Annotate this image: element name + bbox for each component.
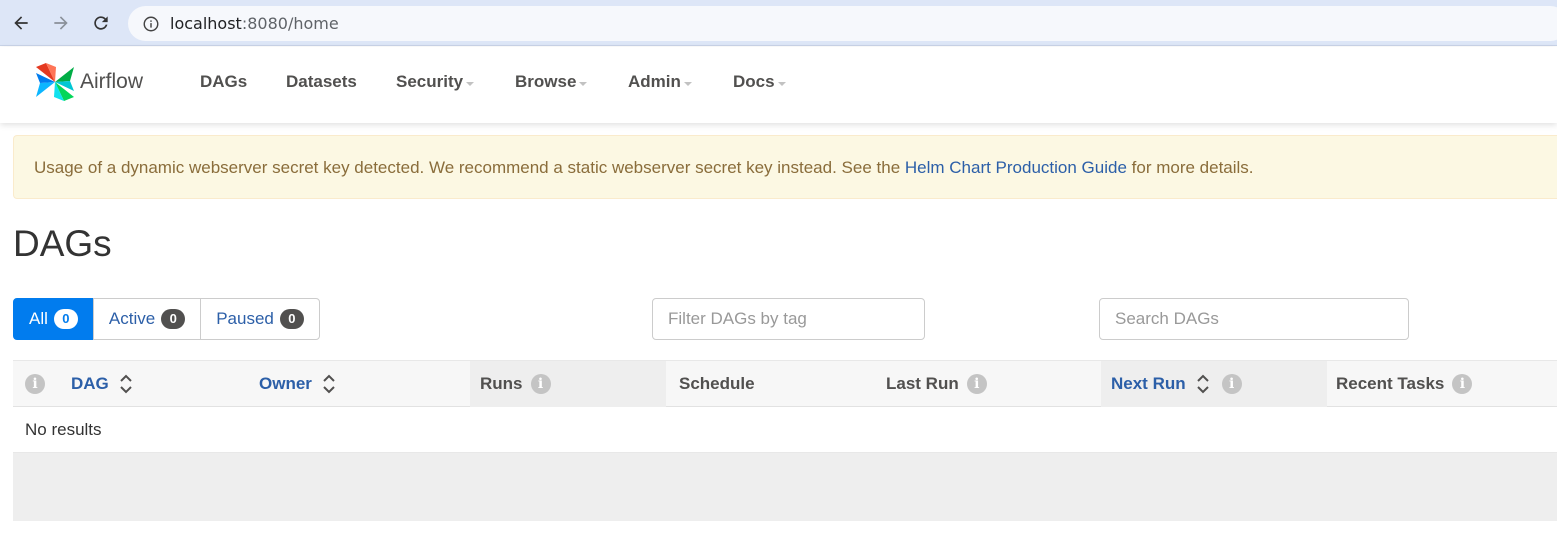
column-runs: Runs i	[470, 361, 666, 407]
caret-down-icon	[777, 82, 786, 86]
column-schedule: Schedule	[679, 361, 755, 407]
filter-paused-button[interactable]: Paused 0	[200, 298, 320, 340]
nav-security[interactable]: Security	[396, 72, 475, 92]
no-results-row: No results	[13, 407, 1557, 453]
info-icon[interactable]: i	[530, 374, 551, 394]
info-icon[interactable]: i	[1221, 374, 1242, 394]
column-runs-label: Runs	[480, 374, 523, 393]
nav-docs[interactable]: Docs	[733, 72, 786, 92]
helm-chart-guide-link[interactable]: Helm Chart Production Guide	[905, 158, 1127, 177]
search-dags-input[interactable]	[1099, 298, 1409, 340]
column-next-run-label: Next Run	[1111, 374, 1186, 393]
toggle-column-header: i	[25, 361, 45, 407]
filter-all-count: 0	[53, 309, 78, 329]
column-last-run: Last Run i	[886, 361, 987, 407]
dag-status-filter: All 0 Active 0 Paused 0	[13, 298, 320, 340]
column-owner-label: Owner	[259, 374, 312, 393]
filter-active-button[interactable]: Active 0	[92, 298, 202, 340]
column-recent-tasks: Recent Tasks i	[1336, 361, 1473, 407]
column-next-run[interactable]: Next Run i	[1101, 361, 1327, 407]
column-schedule-label: Schedule	[679, 374, 755, 393]
filter-active-count: 0	[161, 309, 186, 329]
info-icon[interactable]: i	[25, 374, 45, 394]
brand-link[interactable]: Airflow	[32, 59, 143, 105]
reload-icon[interactable]	[87, 9, 115, 37]
table-header: i DAG Owner Runs i Schedule Last Run i N…	[13, 360, 1557, 407]
caret-down-icon	[683, 82, 692, 86]
address-bar[interactable]: localhost:8080/home	[128, 6, 1557, 41]
brand-name: Airflow	[80, 70, 144, 93]
secret-key-warning-alert: Usage of a dynamic webserver secret key …	[13, 135, 1557, 199]
info-icon[interactable]: i	[1452, 374, 1473, 394]
column-recent-tasks-label: Recent Tasks	[1336, 374, 1445, 393]
info-icon[interactable]: i	[966, 374, 987, 394]
page-title: DAGs	[13, 223, 112, 264]
site-info-icon[interactable]	[142, 15, 160, 33]
alert-text-after: for more details.	[1126, 158, 1254, 177]
caret-down-icon	[579, 82, 588, 86]
browser-toolbar: localhost:8080/home	[0, 0, 1557, 46]
no-results-text: No results	[25, 420, 102, 439]
nav-dags[interactable]: DAGs	[200, 72, 247, 92]
nav-browse[interactable]: Browse	[515, 72, 588, 92]
app-navbar: Airflow DAGs Datasets Security Browse Ad…	[0, 47, 1557, 123]
airflow-logo-icon	[36, 63, 74, 101]
filter-all-button[interactable]: All 0	[13, 298, 94, 340]
tag-filter-input[interactable]	[652, 298, 925, 340]
sort-icon	[323, 374, 335, 394]
nav-admin[interactable]: Admin	[628, 72, 692, 92]
dags-table: i DAG Owner Runs i Schedule Last Run i N…	[13, 360, 1557, 521]
filter-paused-count: 0	[279, 309, 304, 329]
alert-text-before: Usage of a dynamic webserver secret key …	[34, 158, 905, 177]
filter-all-label: All	[29, 309, 48, 328]
nav-datasets[interactable]: Datasets	[286, 72, 357, 92]
sort-icon	[120, 374, 132, 394]
column-dag[interactable]: DAG	[71, 361, 133, 407]
filter-active-label: Active	[108, 309, 156, 328]
table-footer	[13, 453, 1557, 521]
forward-arrow-icon[interactable]	[47, 9, 75, 37]
filter-paused-label: Paused	[216, 309, 274, 328]
column-owner[interactable]: Owner	[259, 361, 336, 407]
caret-down-icon	[466, 82, 475, 86]
url-text: localhost:8080/home	[170, 14, 339, 33]
back-arrow-icon[interactable]	[7, 9, 35, 37]
column-last-run-label: Last Run	[886, 374, 959, 393]
sort-icon	[1196, 374, 1209, 394]
column-dag-label: DAG	[71, 374, 109, 393]
